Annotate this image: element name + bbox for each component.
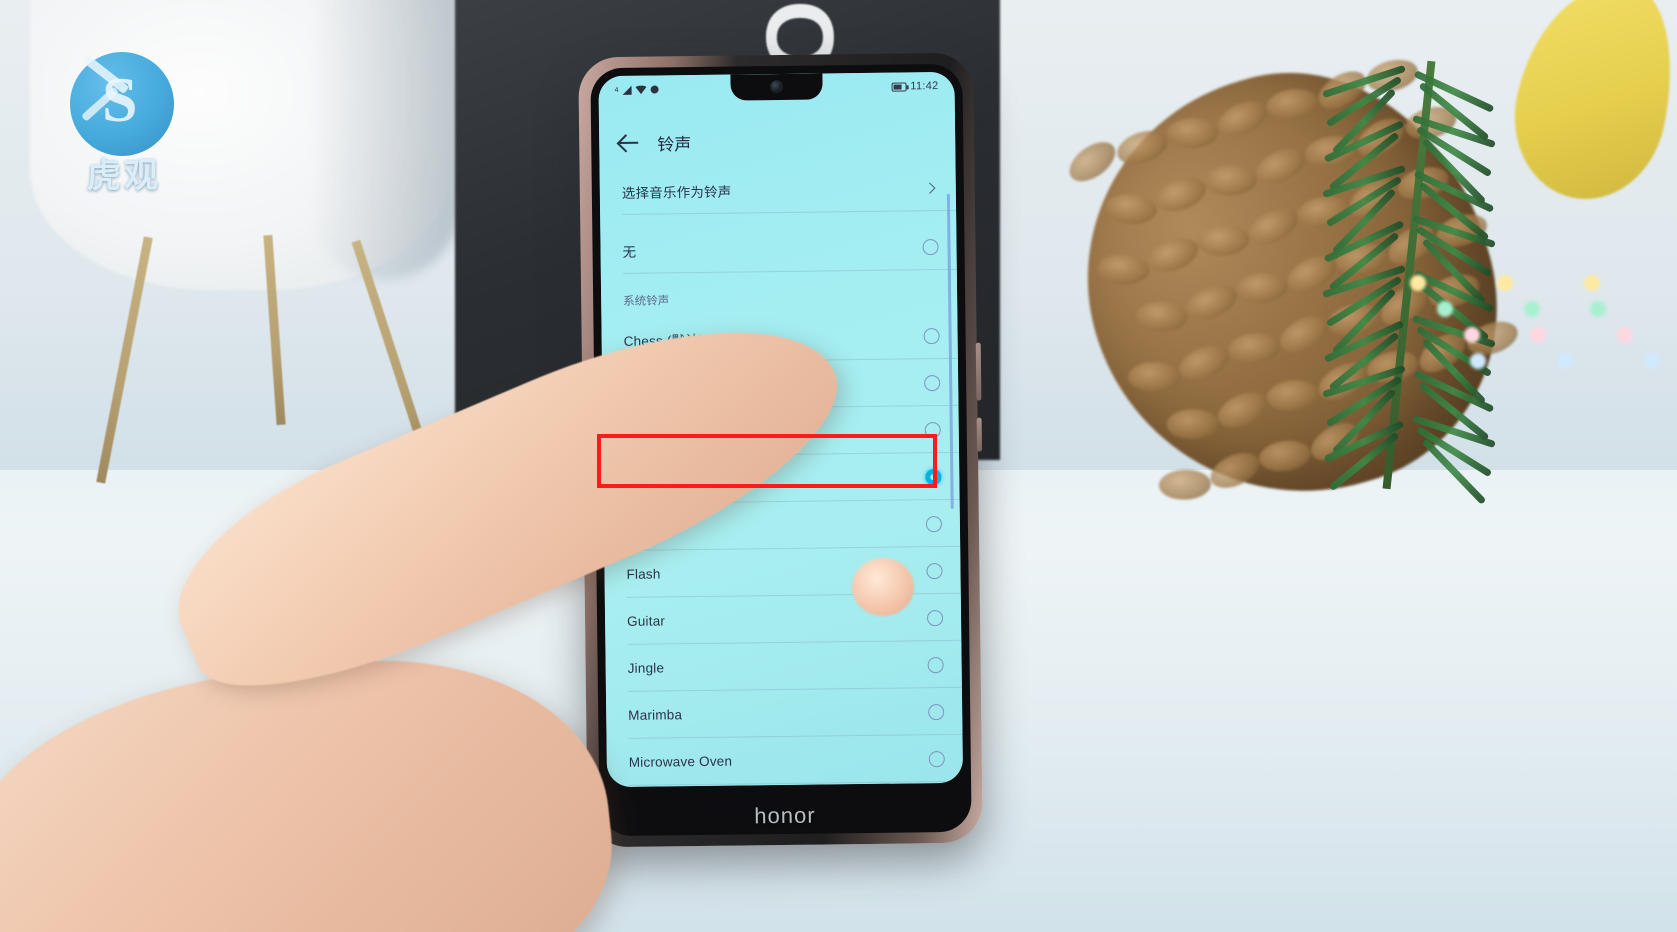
light-bulb	[1437, 301, 1453, 317]
signal-icon	[622, 85, 632, 95]
light-bulb	[1530, 327, 1546, 343]
status-clock: 11:42	[910, 80, 939, 93]
wifi-icon	[635, 85, 646, 94]
volume-button[interactable]	[975, 342, 982, 401]
status-right: 11:42	[891, 80, 939, 93]
pine-cone-scale	[1151, 171, 1211, 218]
list-item-label: 无	[622, 244, 637, 260]
light-bulb	[1524, 301, 1540, 317]
screenshot-scene: OCENT 4 1	[0, 0, 1677, 932]
light-bulb	[1410, 275, 1426, 291]
light-bulb	[1497, 275, 1513, 291]
pine-cone-scale	[1166, 408, 1219, 440]
status-bar: 4 11:42	[598, 72, 954, 104]
dot-icon	[650, 85, 659, 94]
pine-cone-scale	[1196, 223, 1251, 258]
status-left-icons: 4	[615, 85, 659, 95]
section-header-system-ringtones: 系统铃声	[623, 295, 670, 308]
light-bulb	[1590, 301, 1606, 317]
pine-cone-scale	[1204, 163, 1258, 197]
pine-cone-scale	[1128, 362, 1181, 393]
pine-cone-scale	[1096, 253, 1150, 286]
palm	[0, 637, 627, 932]
tripod-leg	[96, 236, 153, 484]
radio-button[interactable]	[924, 374, 941, 391]
pine-cone-scale	[1174, 338, 1234, 387]
light-bulb	[1617, 327, 1633, 343]
power-button[interactable]	[976, 417, 983, 452]
light-bulb	[1464, 327, 1480, 343]
light-bulb	[1644, 353, 1660, 369]
light-bulb	[1557, 353, 1573, 369]
tripod-leg	[263, 234, 286, 426]
light-bulb	[1470, 353, 1486, 369]
pine-cone-scale	[1135, 301, 1188, 333]
watermark-letter: S	[102, 64, 138, 135]
radio-button[interactable]	[922, 238, 939, 255]
radio-button[interactable]	[924, 421, 941, 438]
channel-watermark: S 虎观	[58, 52, 190, 195]
pine-cone-scale	[1181, 278, 1242, 326]
fingertip	[852, 558, 914, 616]
list-item-choose-music[interactable]: 选择音乐作为铃声	[600, 164, 957, 215]
pine-cone-scale	[1165, 117, 1219, 149]
app-bar: 铃声	[599, 114, 956, 168]
list-item-label: 选择音乐作为铃声	[621, 184, 732, 201]
back-arrow-icon[interactable]	[617, 132, 639, 154]
light-bulb	[1584, 275, 1600, 291]
radio-button-selected[interactable]	[925, 468, 942, 485]
fairy-lights	[1410, 245, 1660, 385]
signal-sup-label: 4	[614, 86, 619, 94]
radio-button[interactable]	[923, 327, 940, 344]
battery-icon	[891, 81, 907, 92]
hand	[0, 270, 970, 932]
page-title: 铃声	[657, 134, 692, 154]
chevron-right-icon	[924, 181, 936, 194]
radio-button[interactable]	[925, 515, 943, 532]
pine-cone-scale	[1143, 231, 1203, 279]
watermark-text: 虎观	[87, 157, 161, 195]
pine-cone-scale	[1104, 192, 1158, 226]
list-item-none[interactable]: 无	[600, 223, 957, 274]
